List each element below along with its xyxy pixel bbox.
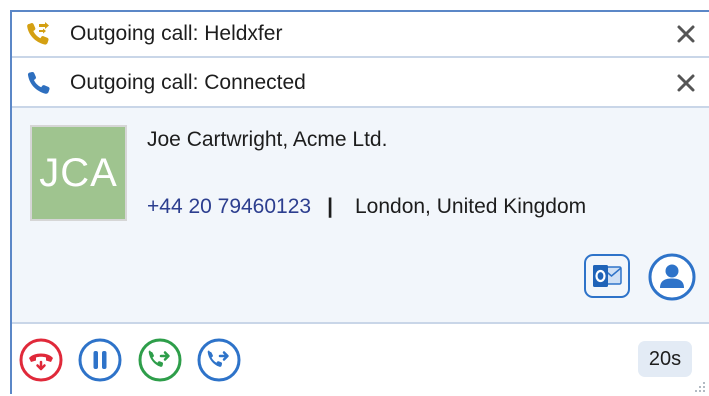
close-icon[interactable] xyxy=(675,72,697,94)
close-icon[interactable] xyxy=(675,23,697,45)
contact-location: London, United Kingdom xyxy=(354,195,587,218)
hang-up-icon[interactable] xyxy=(18,337,64,383)
call-status-text: Outgoing call: Connected xyxy=(70,71,306,94)
resize-grip-icon[interactable] xyxy=(694,381,706,393)
outlook-icon xyxy=(593,265,622,287)
call-status-text: Outgoing call: Heldxfer xyxy=(70,22,283,45)
avatar-initials: JCA xyxy=(39,150,118,195)
phone-icon xyxy=(27,71,50,94)
outlook-button[interactable] xyxy=(584,254,630,298)
call-window: Outgoing call: Heldxfer Outgoing call: C… xyxy=(10,10,709,396)
avatar: JCA xyxy=(30,125,127,221)
transfer-icon[interactable] xyxy=(196,337,242,383)
contact-card-icon[interactable] xyxy=(647,252,697,302)
contact-name: Joe Cartwright, Acme Ltd. xyxy=(147,128,388,151)
consult-transfer-icon[interactable] xyxy=(137,337,183,383)
call-actions-bar: 20s xyxy=(12,324,709,396)
contact-details-panel: JCA Joe Cartwright, Acme Ltd. +44 20 794… xyxy=(12,108,709,324)
call-row-heldxfer[interactable]: Outgoing call: Heldxfer xyxy=(12,12,709,58)
phone-number-link[interactable]: +44 20 79460123 xyxy=(147,195,311,218)
phone-transfer-icon xyxy=(27,22,49,45)
separator: | xyxy=(327,195,333,218)
contact-info-line: +44 20 79460123 | London, United Kingdom xyxy=(147,195,586,219)
call-row-connected[interactable]: Outgoing call: Connected xyxy=(12,60,709,108)
pause-icon[interactable] xyxy=(77,337,123,383)
call-timer: 20s xyxy=(638,341,692,377)
